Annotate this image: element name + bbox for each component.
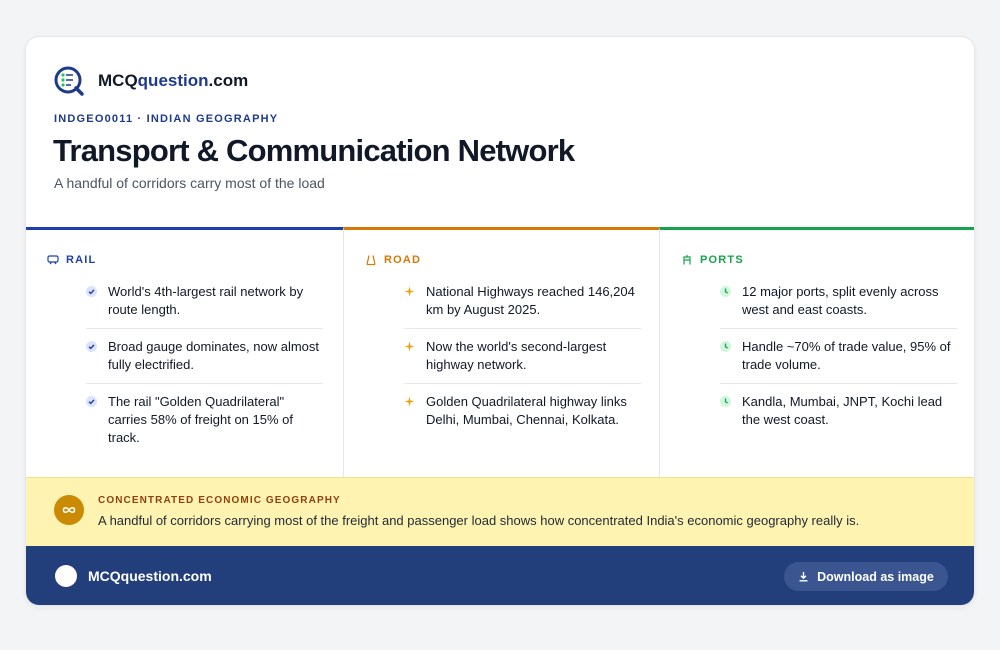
card-header: MCQquestion.com INDGEO0011 · INDIAN GEOG…: [26, 37, 974, 227]
brand-row: MCQquestion.com: [54, 66, 248, 96]
callout-label: CONCENTRATED ECONOMIC GEOGRAPHY: [98, 495, 341, 506]
list-item: World's 4th-largest rail network by rout…: [86, 274, 323, 329]
road-icon: [366, 255, 376, 266]
callout-text: A handful of corridors carrying most of …: [98, 513, 860, 528]
download-icon: [799, 572, 808, 582]
clock-icon: [720, 286, 731, 297]
list-item: Handle ~70% of trade value, 95% of trade…: [720, 329, 957, 384]
road-heading: ROAD: [365, 254, 421, 266]
page-subtitle: A handful of corridors carry most of the…: [54, 175, 325, 191]
list-item: National Highways reached 146,204 km by …: [404, 274, 641, 329]
sparkle-icon: [404, 341, 415, 352]
check-icon: [86, 341, 97, 352]
brand-name: MCQquestion.com: [98, 71, 249, 90]
ports-label: PORTS: [700, 254, 744, 266]
topic-columns: RAIL World's 4th-largest rail network by…: [26, 227, 974, 477]
ports-heading: PORTS: [681, 254, 744, 266]
anchor-icon: [683, 255, 691, 265]
list-item: Kandla, Mumbai, JNPT, Kochi lead the wes…: [720, 384, 957, 438]
sparkle-icon: [404, 286, 415, 297]
list-item: The rail "Golden Quadrilateral" carries …: [86, 384, 323, 456]
ports-column: PORTS 12 major ports, split evenly acros…: [659, 227, 974, 477]
road-list: National Highways reached 146,204 km by …: [404, 274, 641, 438]
rail-label: RAIL: [66, 254, 97, 266]
train-icon: [47, 255, 59, 265]
download-button[interactable]: Download as image: [784, 562, 948, 591]
clock-icon: [720, 341, 731, 352]
infinity-icon: [54, 495, 84, 525]
clock-icon: [720, 396, 731, 407]
check-icon: [86, 286, 97, 297]
download-label: Download as image: [817, 569, 934, 584]
page-title: Transport & Communication Network: [53, 133, 575, 168]
quiz-checklist-icon: [54, 66, 84, 96]
list-item: 12 major ports, split evenly across west…: [720, 274, 957, 329]
footer-brand: MCQquestion.com: [88, 568, 212, 584]
rail-heading: RAIL: [47, 254, 96, 266]
insight-callout: CONCENTRATED ECONOMIC GEOGRAPHY A handfu…: [26, 477, 974, 546]
ports-list: 12 major ports, split evenly across west…: [720, 274, 957, 438]
road-label: ROAD: [384, 254, 422, 266]
card-footer: MCQquestion.com Download as image: [26, 546, 974, 605]
topic-eyebrow: INDGEO0011 · INDIAN GEOGRAPHY: [54, 113, 279, 125]
list-item: Now the world's second-largest highway n…: [404, 329, 641, 384]
rail-list: World's 4th-largest rail network by rout…: [86, 274, 323, 456]
road-column: ROAD National Highways reached 146,204 k…: [343, 227, 659, 477]
rail-column: RAIL World's 4th-largest rail network by…: [26, 227, 343, 477]
check-icon: [86, 396, 97, 407]
sparkle-icon: [404, 396, 415, 407]
share-card: MCQquestion.com INDGEO0011 · INDIAN GEOG…: [25, 36, 975, 606]
list-item: Golden Quadrilateral highway links Delhi…: [404, 384, 641, 438]
footer-logo-icon: [55, 565, 77, 587]
list-item: Broad gauge dominates, now almost fully …: [86, 329, 323, 384]
